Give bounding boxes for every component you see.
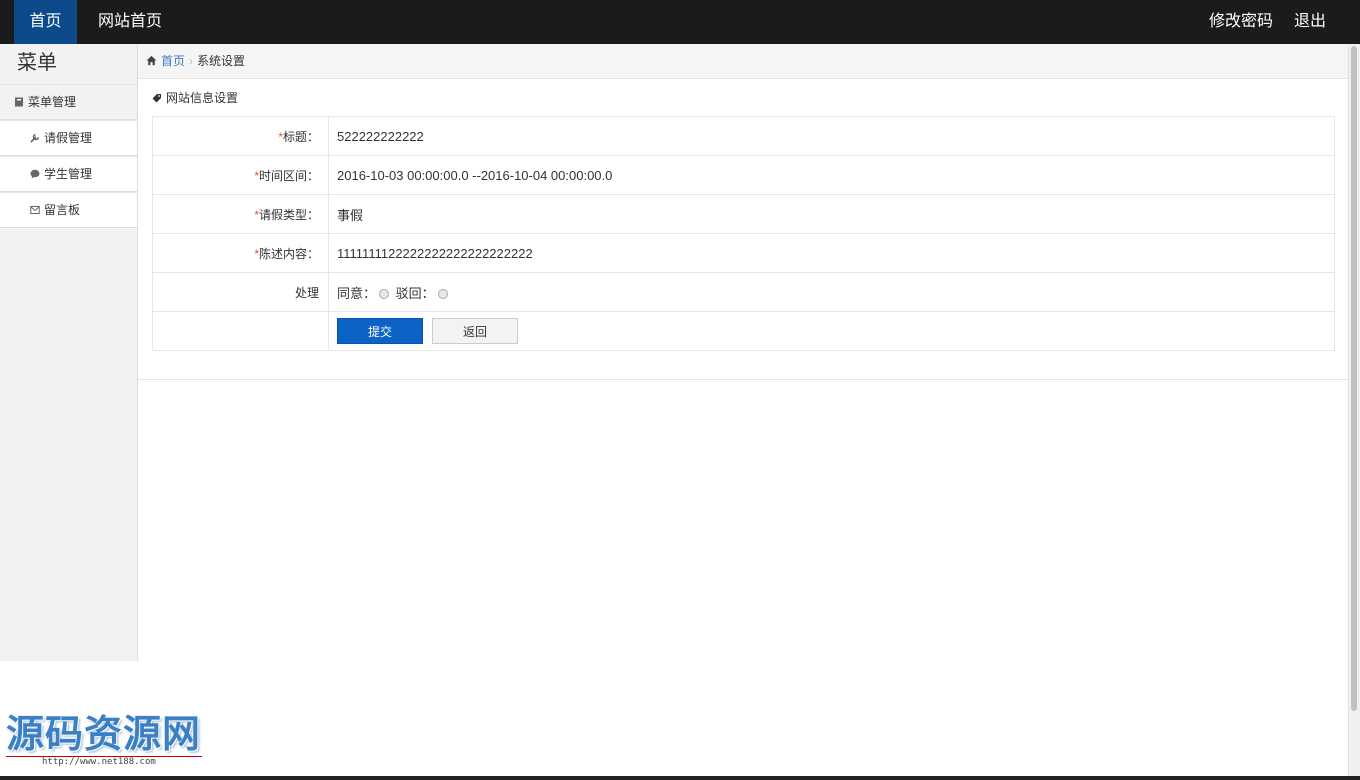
sidebar-item-label: 学生管理 — [44, 167, 93, 181]
form-label-text: 标题： — [282, 129, 319, 144]
sidebar-item-label: 请假管理 — [44, 131, 93, 145]
breadcrumb: 首页 › 系统设置 — [138, 44, 1349, 79]
sidebar-item-leave[interactable]: 请假管理 — [0, 120, 137, 156]
sidebar: 菜单 菜单管理 请假管理 学生管理 留言板 — [0, 44, 138, 661]
scrollbar-thumb[interactable] — [1351, 46, 1357, 711]
wrench-icon — [30, 133, 40, 143]
process-options: 同意： 驳回： — [328, 272, 1335, 312]
form-row-time-range: *时间区间： 2016-10-03 00:00:00.0 --2016-10-0… — [152, 155, 1335, 195]
reject-radio[interactable] — [437, 288, 448, 299]
form-label-process: 处理 — [152, 272, 329, 312]
envelope-icon — [30, 206, 40, 214]
breadcrumb-home[interactable]: 首页 — [161, 54, 185, 68]
panel-title: 网站信息设置 — [152, 88, 238, 108]
submit-button[interactable]: 提交 — [337, 318, 423, 344]
back-button[interactable]: 返回 — [432, 318, 518, 344]
agree-label: 同意： — [337, 285, 377, 301]
form-label-text: 时间区间： — [258, 168, 319, 183]
leave-form: *标题： 522222222222 *时间区间： 2016-10-03 00:0… — [152, 116, 1335, 351]
form-actions: 提交 返回 — [328, 311, 1335, 351]
top-navbar: 首页 网站首页 修改密码 退出 — [0, 0, 1360, 44]
scrollbar[interactable] — [1348, 44, 1360, 776]
sidebar-item-messages[interactable]: 留言板 — [0, 192, 137, 228]
sidebar-group-menu[interactable]: 菜单管理 — [0, 85, 137, 120]
reject-label: 驳回： — [395, 285, 435, 301]
sidebar-item-label: 留言板 — [44, 203, 81, 217]
breadcrumb-separator: › — [189, 54, 194, 68]
nav-home[interactable]: 首页 — [14, 0, 77, 44]
breadcrumb-current: 系统设置 — [197, 54, 246, 68]
panel-title-text: 网站信息设置 — [166, 91, 239, 105]
form-row-leave-type: *请假类型： 事假 — [152, 194, 1335, 234]
form-row-title: *标题： 522222222222 — [152, 116, 1335, 156]
book-icon — [15, 97, 23, 107]
nav-change-password[interactable]: 修改密码 — [1209, 0, 1273, 44]
form-row-content: *陈述内容： 1111111122222222222222222222 — [152, 233, 1335, 273]
form-value-content: 1111111122222222222222222222 — [328, 233, 1335, 273]
agree-radio[interactable] — [379, 288, 390, 299]
form-label: *时间区间： — [152, 155, 329, 195]
form-row-process: 处理 同意： 驳回： — [152, 272, 1335, 312]
form-label-empty — [152, 311, 329, 351]
form-label: *标题： — [152, 116, 329, 156]
form-value-title: 522222222222 — [328, 116, 1335, 156]
tag-icon — [152, 94, 161, 103]
form-value-time-range: 2016-10-03 00:00:00.0 --2016-10-04 00:00… — [328, 155, 1335, 195]
watermark-logo: 源码资源网 http://www.net188.com — [6, 712, 206, 772]
form-value-leave-type: 事假 — [328, 194, 1335, 234]
form-label: *请假类型： — [152, 194, 329, 234]
sidebar-group-label: 菜单管理 — [28, 95, 77, 109]
nav-logout[interactable]: 退出 — [1294, 0, 1326, 44]
panel-divider — [138, 379, 1349, 380]
form-label-text: 请假类型： — [258, 207, 319, 222]
home-icon — [146, 55, 157, 66]
watermark-text: 源码资源网 — [6, 711, 202, 756]
form-row-actions: 提交 返回 — [152, 311, 1335, 351]
chat-icon — [30, 169, 40, 179]
sidebar-title: 菜单 — [0, 44, 137, 85]
bottom-border — [0, 776, 1360, 780]
form-label-text: 陈述内容： — [258, 246, 319, 261]
form-label: *陈述内容： — [152, 233, 329, 273]
watermark-url: http://www.net188.com — [6, 756, 202, 767]
nav-site-home[interactable]: 网站首页 — [98, 0, 162, 44]
sidebar-item-students[interactable]: 学生管理 — [0, 156, 137, 192]
